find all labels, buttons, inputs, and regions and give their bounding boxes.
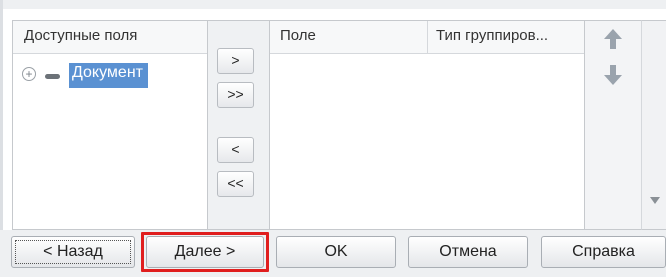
highlight-frame [141,232,269,272]
move-buttons-column: > >> < << [208,20,269,230]
table-header: Поле Тип группиров... [270,21,584,54]
column-header-field[interactable]: Поле [280,27,316,44]
top-strip [0,0,666,9]
wizard-window: Доступные поля + Документ > >> < << Поле… [0,0,666,277]
field-group-icon [45,74,60,79]
add-field-button[interactable]: > [217,48,254,74]
add-all-fields-button[interactable]: >> [217,82,254,108]
scroll-down-icon[interactable] [650,197,660,204]
arrow-up-icon[interactable] [603,28,623,50]
help-button[interactable]: Справка [541,236,666,268]
grouping-fields-table[interactable]: Поле Тип группиров... [269,20,585,230]
arrow-down-icon[interactable] [603,64,623,86]
cancel-button[interactable]: Отмена [408,236,528,268]
tree-item-document[interactable]: + Документ [13,63,208,89]
tree-item-label[interactable]: Документ [69,63,148,88]
back-button[interactable]: < Назад [11,236,135,268]
remove-all-fields-button[interactable]: << [217,171,254,197]
column-separator[interactable] [427,21,428,54]
back-button-label: < Назад [15,240,131,264]
vertical-scrollbar[interactable] [641,20,666,230]
expand-plus-icon[interactable]: + [22,67,36,81]
column-header-grouping-type[interactable]: Тип группиров... [436,27,548,44]
available-fields-pane: Доступные поля + Документ [12,20,208,230]
available-fields-header: Доступные поля [13,21,207,54]
remove-field-button[interactable]: < [217,137,254,163]
ok-button[interactable]: OK [276,236,396,268]
order-buttons-column [585,20,641,230]
